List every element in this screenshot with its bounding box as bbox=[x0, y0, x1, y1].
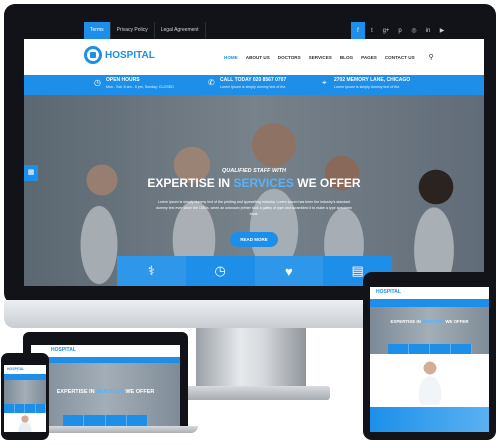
brand-name: HOSPITAL bbox=[105, 49, 155, 61]
hero-headline: EXPERTISE IN SERVICES WE OFFER bbox=[24, 176, 484, 190]
clock-24-icon[interactable]: ◷ bbox=[185, 256, 255, 286]
menu-item-blog[interactable]: BLOG bbox=[340, 55, 353, 60]
tablet-lower-section bbox=[370, 407, 489, 432]
privacy-policy-link[interactable]: Privacy Policy bbox=[111, 22, 155, 39]
open-hours-block: ◷ OPEN HOURS Mon - Sat, 8 am - 5 pm, Sun… bbox=[94, 75, 214, 95]
hospital-logo-icon bbox=[84, 46, 102, 64]
top-bar: Terms Privacy Policy Legal Agreement f t… bbox=[24, 22, 484, 39]
call-block: ✆ CALL TODAY 020 8567 0707 Lorem Ipsum i… bbox=[208, 75, 318, 95]
address-title: 2702 MEMORY LANE, CHICAGO bbox=[334, 77, 411, 83]
tablet-headline-post: WE OFFER bbox=[444, 319, 469, 324]
laptop-screen: HOSPITAL EXPERTISE IN SERVICES WE OFFER bbox=[31, 340, 180, 426]
facebook-icon[interactable]: f bbox=[351, 22, 365, 39]
map-pin-icon: ⌖ bbox=[322, 78, 327, 87]
main-menu: HOME ABOUT US DOCTORS SERVICES BLOG PAGE… bbox=[224, 39, 434, 75]
pinterest-icon[interactable]: p bbox=[393, 22, 407, 39]
laptop-feature-strip bbox=[63, 415, 148, 426]
twitter-icon[interactable]: t bbox=[365, 22, 379, 39]
imac-foot bbox=[170, 386, 330, 400]
doctor-icon[interactable]: ⚕ bbox=[117, 256, 186, 286]
address-block: ⌖ 2702 MEMORY LANE, CHICAGO Lorem Ipsum … bbox=[322, 75, 442, 95]
tablet-headline: EXPERTISE IN SERVICES WE OFFER bbox=[370, 319, 489, 324]
laptop-navbar: HOSPITAL bbox=[31, 345, 180, 357]
phone-hero bbox=[4, 380, 46, 404]
menu-item-about-us[interactable]: ABOUT US bbox=[246, 55, 270, 60]
laptop-hero: EXPERTISE IN SERVICES WE OFFER bbox=[31, 363, 180, 426]
hero-paragraph: Lorem Ipsum is simply dummy text of the … bbox=[155, 200, 353, 216]
tablet-feature-strip bbox=[388, 344, 472, 354]
imac-device: Terms Privacy Policy Legal Agreement f t… bbox=[4, 4, 496, 304]
phone-feature-strip bbox=[4, 404, 46, 413]
feature-strip: ⚕ ◷ ♥ ▤ bbox=[117, 256, 392, 286]
open-hours-title: OPEN HOURS bbox=[106, 77, 140, 83]
tablet-screen: HOSPITAL EXPERTISE IN SERVICES WE OFFER bbox=[370, 282, 489, 432]
call-title: CALL TODAY 020 8567 0707 bbox=[220, 77, 287, 83]
menu-item-home[interactable]: HOME bbox=[224, 55, 238, 60]
tablet-info-bar bbox=[370, 299, 489, 307]
read-more-button[interactable]: READ MORE bbox=[230, 232, 278, 247]
phone-brand: HOSPITAL bbox=[7, 367, 25, 371]
menu-item-contact-us[interactable]: CONTACT US bbox=[385, 55, 415, 60]
laptop-headline: EXPERTISE IN SERVICES WE OFFER bbox=[31, 389, 180, 395]
imac-stand bbox=[196, 328, 306, 388]
desktop-screen: Terms Privacy Policy Legal Agreement f t… bbox=[24, 22, 484, 286]
hero-kicker: QUALIFIED STAFF WITH bbox=[221, 168, 287, 174]
google-plus-icon[interactable]: g+ bbox=[379, 22, 393, 39]
site-logo[interactable]: HOSPITAL bbox=[84, 46, 155, 64]
laptop-headline-pre: EXPERTISE IN bbox=[56, 389, 97, 395]
menu-item-services[interactable]: SERVICES bbox=[309, 55, 332, 60]
heart-icon[interactable]: ♥ bbox=[254, 256, 324, 286]
info-bar: ◷ OPEN HOURS Mon - Sat, 8 am - 5 pm, Sun… bbox=[24, 75, 484, 95]
hero-banner: ▦ QUALIFIED STAFF WITH EXPERTISE IN SERV… bbox=[24, 95, 484, 286]
tablet-headline-pre: EXPERTISE IN bbox=[390, 319, 422, 324]
address-sub: Lorem Ipsum is simply dummy text of the. bbox=[334, 85, 401, 89]
phone-screen: HOSPITAL bbox=[4, 362, 46, 432]
phone-device: HOSPITAL bbox=[1, 353, 49, 440]
hero-headline-post: WE OFFER bbox=[293, 176, 361, 190]
linkedin-icon[interactable]: in bbox=[421, 22, 435, 39]
tablet-device: HOSPITAL EXPERTISE IN SERVICES WE OFFER bbox=[363, 272, 496, 440]
tablet-headline-highlight: SERVICES bbox=[421, 319, 445, 324]
tablet-hero: EXPERTISE IN SERVICES WE OFFER bbox=[370, 307, 489, 354]
phone-doctor-image bbox=[12, 414, 38, 432]
laptop-headline-post: WE OFFER bbox=[123, 389, 155, 395]
menu-item-doctors[interactable]: DOCTORS bbox=[278, 55, 301, 60]
tablet-navbar: HOSPITAL bbox=[370, 287, 489, 299]
call-sub: Lorem Ipsum is simply dummy text of the. bbox=[220, 85, 287, 89]
open-hours-sub: Mon - Sat, 8 am - 5 pm, Sunday: CLOSED bbox=[106, 85, 174, 89]
tablet-brand: HOSPITAL bbox=[376, 289, 401, 295]
clock-icon: ◷ bbox=[94, 78, 101, 87]
menu-item-pages[interactable]: PAGES bbox=[361, 55, 377, 60]
social-links: f t g+ p ◎ in ▶ bbox=[351, 22, 449, 39]
laptop-headline-highlight: SERVICES bbox=[96, 389, 124, 395]
youtube-icon[interactable]: ▶ bbox=[435, 22, 449, 39]
phone-icon: ✆ bbox=[208, 78, 215, 87]
laptop-brand: HOSPITAL bbox=[51, 347, 76, 353]
terms-link[interactable]: Terms bbox=[84, 22, 111, 39]
hero-headline-highlight: SERVICES bbox=[233, 176, 294, 190]
top-links: Terms Privacy Policy Legal Agreement bbox=[84, 22, 206, 39]
search-icon[interactable]: ⚲ bbox=[429, 53, 434, 61]
instagram-icon[interactable]: ◎ bbox=[407, 22, 421, 39]
tablet-doctor-image bbox=[410, 360, 450, 405]
hero-headline-pre: EXPERTISE IN bbox=[147, 176, 234, 190]
legal-agreement-link[interactable]: Legal Agreement bbox=[155, 22, 206, 39]
phone-navbar: HOSPITAL bbox=[4, 365, 46, 374]
main-navbar: HOSPITAL HOME ABOUT US DOCTORS SERVICES … bbox=[24, 39, 484, 75]
